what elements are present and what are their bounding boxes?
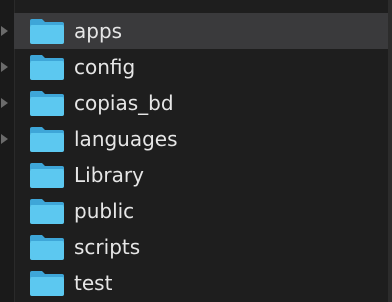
disclosure-triangle-icon[interactable] xyxy=(1,62,8,72)
disclosure-triangle-icon[interactable] xyxy=(1,98,8,108)
disclosure-triangle-icon[interactable] xyxy=(1,134,8,144)
folder-label: Library xyxy=(74,163,144,187)
folder-row-copias-bd[interactable]: copias_bd xyxy=(1,85,388,121)
folder-label: config xyxy=(74,55,136,79)
folder-label: test xyxy=(74,271,113,295)
folder-icon xyxy=(30,271,64,296)
folder-label: public xyxy=(74,199,135,223)
folder-icon xyxy=(30,235,64,260)
folder-icon xyxy=(30,163,64,188)
file-browser-pane: apps config copias_bd languages Library … xyxy=(0,0,392,302)
folder-row-test[interactable]: test xyxy=(14,265,388,301)
folder-icon xyxy=(30,199,64,224)
folder-icon xyxy=(30,127,64,152)
folder-row-apps[interactable]: apps xyxy=(1,13,388,49)
folder-icon xyxy=(30,91,64,116)
folder-row-config[interactable]: config xyxy=(1,49,388,85)
folder-icon xyxy=(30,55,64,80)
folder-label: scripts xyxy=(74,235,141,259)
folder-list: apps config copias_bd languages Library … xyxy=(1,13,388,301)
folder-row-scripts[interactable]: scripts xyxy=(14,229,388,265)
scrollbar-track[interactable] xyxy=(388,0,392,302)
folder-row-public[interactable]: public xyxy=(14,193,388,229)
folder-icon xyxy=(30,19,64,44)
folder-label: copias_bd xyxy=(74,91,174,115)
folder-row-library[interactable]: Library xyxy=(14,157,388,193)
folder-label: languages xyxy=(74,127,178,151)
folder-label: apps xyxy=(74,19,123,43)
disclosure-triangle-icon[interactable] xyxy=(1,26,8,36)
folder-row-languages[interactable]: languages xyxy=(1,121,388,157)
disclosure-gutter xyxy=(0,0,15,302)
